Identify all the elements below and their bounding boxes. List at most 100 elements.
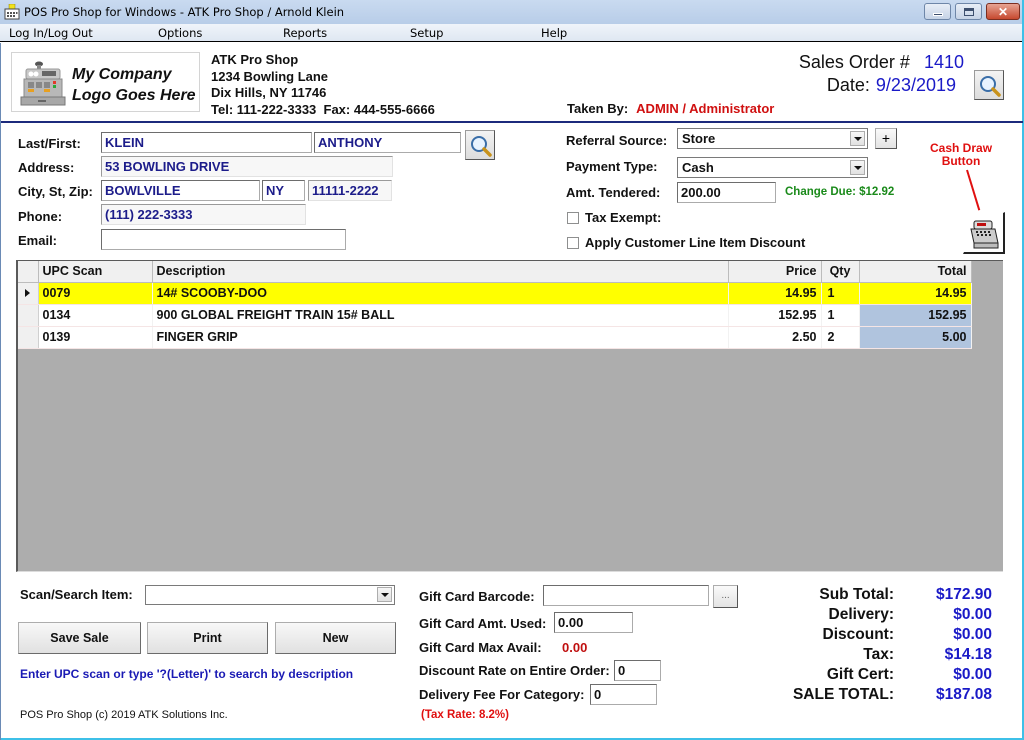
change-due: Change Due: $12.92 (785, 186, 895, 198)
company-logo: My Company Logo Goes Here (11, 52, 200, 112)
minimize-button[interactable] (924, 3, 951, 20)
sales-order-number: Sales Order # 1410 (799, 52, 964, 73)
cell-price[interactable]: 152.95 (728, 304, 822, 327)
save-sale-button[interactable]: Save Sale (18, 622, 141, 654)
scan-search-combo[interactable] (145, 585, 395, 605)
col-upc-scan[interactable]: UPC Scan (38, 261, 153, 283)
col-qty[interactable]: Qty (821, 261, 860, 283)
subtotal-label: Sub Total: (819, 586, 894, 603)
close-icon: ✕ (997, 4, 1009, 19)
cell-qty[interactable]: 2 (821, 326, 860, 349)
cash-register-icon (970, 220, 999, 249)
zip-field[interactable]: 11111-2222 (308, 180, 392, 201)
window-title: POS Pro Shop for Windows - ATK Pro Shop … (24, 5, 345, 19)
cell-total[interactable]: 5.00 (859, 326, 972, 349)
cash-register-icon (20, 61, 66, 106)
company-contact: Tel: 111-222-3333 Fax: 444-555-6666 (211, 101, 435, 117)
cell-upc[interactable]: 0134 (38, 304, 153, 327)
table-row[interactable]: 0079 14# SCOOBY-DOO 14.95 1 14.95 (18, 282, 972, 305)
line-items-table: UPC Scan Description Price Qty Total 007… (18, 261, 972, 349)
chevron-down-icon[interactable] (850, 160, 865, 175)
annotation-line-2: Button (941, 154, 981, 168)
gift-card-barcode-field[interactable] (543, 585, 709, 606)
cell-total[interactable]: 152.95 (859, 304, 972, 327)
tax-value: $14.18 (944, 646, 992, 663)
magnifier-icon (471, 136, 492, 157)
close-button[interactable]: ✕ (986, 3, 1020, 20)
cell-upc[interactable]: 0139 (38, 326, 153, 349)
chevron-down-icon[interactable] (377, 587, 392, 602)
gift-card-used-field[interactable]: 0.00 (554, 612, 633, 633)
sale-total-label: SALE TOTAL: (792, 686, 894, 703)
delivery-fee-field[interactable]: 0 (590, 684, 657, 705)
new-button[interactable]: New (275, 622, 396, 654)
row-selector[interactable] (18, 326, 39, 349)
tax-exempt-checkbox[interactable] (567, 212, 579, 224)
cell-description[interactable]: FINGER GRIP (152, 326, 729, 349)
gift-card-max-value: 0.00 (562, 640, 588, 655)
menu-setup[interactable]: Setup (410, 26, 443, 40)
find-order-button[interactable] (974, 70, 1004, 100)
cell-price[interactable]: 2.50 (728, 326, 822, 349)
city-field[interactable]: BOWLVILLE (101, 180, 260, 201)
col-description[interactable]: Description (152, 261, 729, 283)
table-row[interactable]: 0139 FINGER GRIP 2.50 2 5.00 (18, 326, 972, 349)
first-name-field[interactable]: ANTHONY (314, 132, 461, 153)
city-state-zip-label: City, St, Zip: (18, 184, 93, 199)
cash-draw-button[interactable] (963, 212, 1005, 254)
cell-total[interactable]: 14.95 (859, 282, 972, 305)
title-bar: POS Pro Shop for Windows - ATK Pro Shop … (0, 0, 1022, 24)
referral-source-value: Store (682, 131, 716, 146)
menu-reports[interactable]: Reports (283, 26, 327, 40)
chevron-down-icon[interactable] (850, 131, 865, 146)
logo-placeholder-text: My Company Logo Goes Here (72, 64, 196, 106)
col-price[interactable]: Price (728, 261, 822, 283)
cell-price[interactable]: 14.95 (728, 282, 822, 305)
payment-type-label: Payment Type: (566, 159, 658, 174)
cell-description[interactable]: 14# SCOOBY-DOO (152, 282, 729, 305)
table-row[interactable]: 0134 900 GLOBAL FREIGHT TRAIN 15# BALL 152… (18, 304, 972, 327)
row-selector[interactable] (18, 282, 39, 305)
customer-search-button[interactable] (465, 130, 495, 160)
row-selector[interactable] (18, 304, 39, 327)
payment-type-select[interactable]: Cash (677, 157, 868, 178)
address-field[interactable]: 53 BOWLING DRIVE (101, 156, 393, 177)
scan-hint: Enter UPC scan or type '?(Letter)' to se… (20, 667, 354, 681)
email-field[interactable] (101, 229, 346, 250)
logo-line-2: Logo Goes Here (72, 87, 196, 104)
referral-source-select[interactable]: Store (677, 128, 868, 149)
print-button[interactable]: Print (147, 622, 268, 654)
minimize-icon (932, 12, 943, 16)
company-address: 1234 Bowling Lane (211, 68, 329, 84)
cell-qty[interactable]: 1 (821, 282, 860, 305)
copyright: POS Pro Shop (c) 2019 ATK Solutions Inc. (20, 709, 228, 721)
menu-help[interactable]: Help (541, 26, 567, 40)
last-name-field[interactable]: KLEIN (101, 132, 312, 153)
add-referral-button[interactable]: + (875, 128, 897, 149)
company-city: Dix Hills, NY 11746 (211, 85, 327, 100)
email-label: Email: (18, 233, 58, 248)
col-total[interactable]: Total (859, 261, 972, 283)
subtotal-value: $172.90 (935, 586, 992, 603)
cash-draw-annotation: Cash Draw Button (930, 142, 992, 168)
discount-rate-field[interactable]: 0 (614, 660, 661, 681)
tax-exempt-label: Tax Exempt: (585, 210, 662, 225)
cell-description[interactable]: 900 GLOBAL FREIGHT TRAIN 15# BALL (152, 304, 729, 327)
menu-options[interactable]: Options (158, 26, 202, 40)
delivery-value: $0.00 (953, 606, 992, 623)
tax-rate: (Tax Rate: 8.2%) (421, 709, 509, 721)
gift-card-browse-button[interactable]: ... (713, 585, 738, 608)
menu-login-logout[interactable]: Log In/Log Out (9, 26, 93, 40)
line-item-discount-checkbox[interactable] (567, 237, 579, 249)
phone-field[interactable]: (111) 222-3333 (101, 204, 306, 225)
maximize-button[interactable] (955, 3, 982, 20)
row-pointer-icon (25, 289, 31, 297)
cell-upc[interactable]: 0079 (38, 282, 153, 305)
last-first-label: Last/First: (18, 136, 81, 151)
phone-label: Phone: (18, 209, 63, 224)
amt-tendered-field[interactable]: 200.00 (677, 182, 776, 203)
cell-qty[interactable]: 1 (821, 304, 860, 327)
gift-card-max-label: Gift Card Max Avail: (419, 640, 542, 655)
payment-type-value: Cash (682, 160, 714, 175)
state-field[interactable]: NY (262, 180, 305, 201)
